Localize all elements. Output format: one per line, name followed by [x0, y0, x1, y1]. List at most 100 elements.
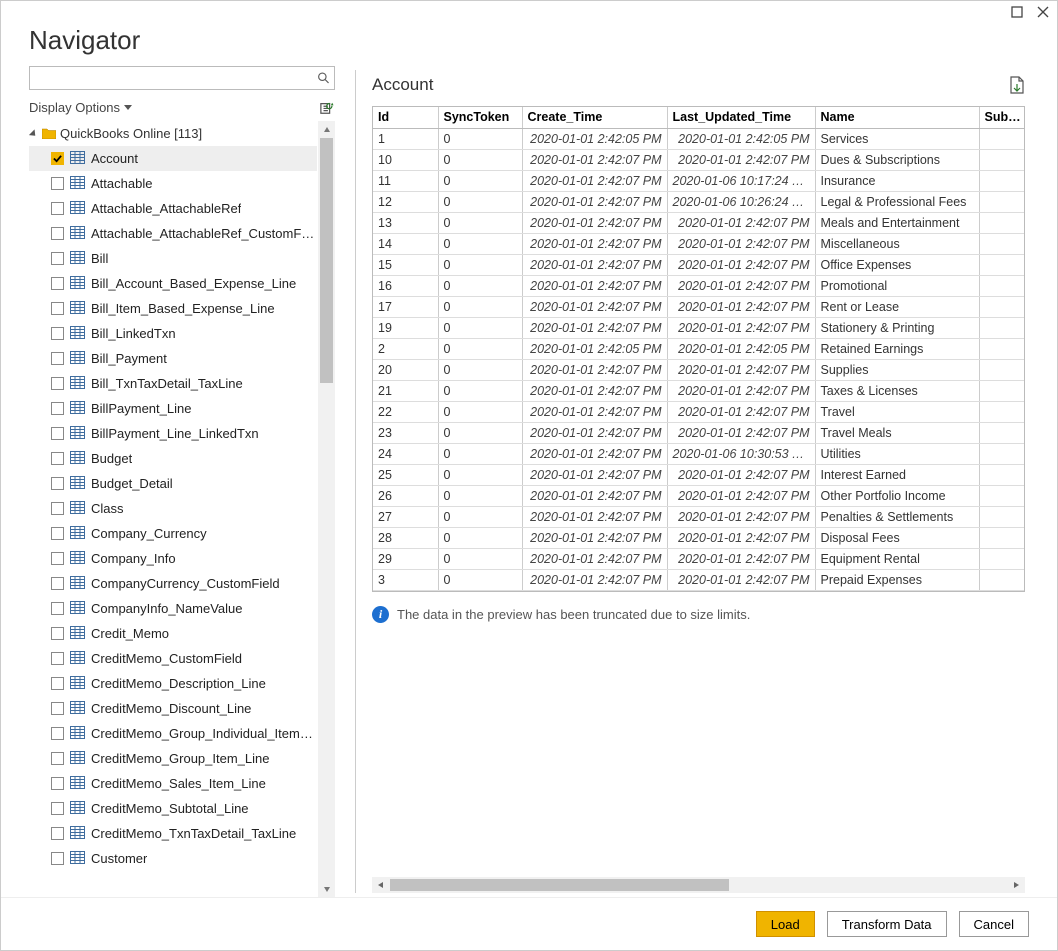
- tree-item[interactable]: CreditMemo_Description_Line: [29, 671, 317, 696]
- checkbox[interactable]: [51, 802, 64, 815]
- table-row[interactable]: 1002020-01-01 2:42:07 PM2020-01-01 2:42:…: [373, 149, 1025, 170]
- checkbox[interactable]: [51, 702, 64, 715]
- search-icon[interactable]: [317, 71, 330, 85]
- tree-item[interactable]: Account: [29, 146, 317, 171]
- column-header[interactable]: Id: [373, 107, 438, 128]
- refresh-icon[interactable]: [319, 101, 335, 115]
- checkbox[interactable]: [51, 577, 64, 590]
- column-header[interactable]: SyncToken: [438, 107, 522, 128]
- tree-item[interactable]: Company_Info: [29, 546, 317, 571]
- table-row[interactable]: 2402020-01-01 2:42:07 PM2020-01-06 10:30…: [373, 443, 1025, 464]
- tree-item[interactable]: Bill_LinkedTxn: [29, 321, 317, 346]
- tree-item[interactable]: CreditMemo_Sales_Item_Line: [29, 771, 317, 796]
- checkbox[interactable]: [51, 527, 64, 540]
- tree-item[interactable]: Attachable: [29, 171, 317, 196]
- scroll-left-icon[interactable]: [372, 877, 390, 893]
- tree[interactable]: QuickBooks Online [113] AccountAttachabl…: [29, 121, 317, 897]
- tree-item[interactable]: Bill_Payment: [29, 346, 317, 371]
- table-row[interactable]: 1202020-01-01 2:42:07 PM2020-01-06 10:26…: [373, 191, 1025, 212]
- tree-folder-root[interactable]: QuickBooks Online [113]: [29, 121, 317, 146]
- checkbox[interactable]: [51, 227, 64, 240]
- checkbox[interactable]: [51, 177, 64, 190]
- tree-item[interactable]: Budget_Detail: [29, 471, 317, 496]
- table-row[interactable]: 2102020-01-01 2:42:07 PM2020-01-01 2:42:…: [373, 380, 1025, 401]
- checkbox[interactable]: [51, 427, 64, 440]
- checkbox[interactable]: [51, 827, 64, 840]
- cancel-button[interactable]: Cancel: [959, 911, 1029, 937]
- tree-item[interactable]: Customer: [29, 846, 317, 871]
- scroll-track[interactable]: [390, 877, 1007, 893]
- tree-item[interactable]: Company_Currency: [29, 521, 317, 546]
- tree-vertical-scrollbar[interactable]: [318, 121, 335, 897]
- table-row[interactable]: 2902020-01-01 2:42:07 PM2020-01-01 2:42:…: [373, 548, 1025, 569]
- column-header[interactable]: Last_Updated_Time: [667, 107, 815, 128]
- checkbox[interactable]: [51, 152, 64, 165]
- checkbox[interactable]: [51, 377, 64, 390]
- tree-item[interactable]: CreditMemo_CustomField: [29, 646, 317, 671]
- tree-item[interactable]: CompanyCurrency_CustomField: [29, 571, 317, 596]
- table-row[interactable]: 2502020-01-01 2:42:07 PM2020-01-01 2:42:…: [373, 464, 1025, 485]
- checkbox[interactable]: [51, 677, 64, 690]
- column-header[interactable]: SubAccount: [979, 107, 1025, 128]
- tree-item[interactable]: Bill_TxnTaxDetail_TaxLine: [29, 371, 317, 396]
- close-icon[interactable]: [1037, 6, 1049, 18]
- table-row[interactable]: 1702020-01-01 2:42:07 PM2020-01-01 2:42:…: [373, 296, 1025, 317]
- tree-item[interactable]: CreditMemo_TxnTaxDetail_TaxLine: [29, 821, 317, 846]
- tree-item[interactable]: Bill: [29, 246, 317, 271]
- preview-horizontal-scrollbar[interactable]: [372, 877, 1025, 893]
- table-row[interactable]: 102020-01-01 2:42:05 PM2020-01-01 2:42:0…: [373, 128, 1025, 149]
- checkbox[interactable]: [51, 252, 64, 265]
- table-row[interactable]: 302020-01-01 2:42:07 PM2020-01-01 2:42:0…: [373, 569, 1025, 590]
- checkbox[interactable]: [51, 327, 64, 340]
- tree-item[interactable]: Attachable_AttachableRef_CustomField: [29, 221, 317, 246]
- table-row[interactable]: 1402020-01-01 2:42:07 PM2020-01-01 2:42:…: [373, 233, 1025, 254]
- table-row[interactable]: 2002020-01-01 2:42:07 PM2020-01-01 2:42:…: [373, 359, 1025, 380]
- table-row[interactable]: 1302020-01-01 2:42:07 PM2020-01-01 2:42:…: [373, 212, 1025, 233]
- table-row[interactable]: 1102020-01-01 2:42:07 PM2020-01-06 10:17…: [373, 170, 1025, 191]
- checkbox[interactable]: [51, 727, 64, 740]
- checkbox[interactable]: [51, 402, 64, 415]
- tree-item[interactable]: BillPayment_Line: [29, 396, 317, 421]
- checkbox[interactable]: [51, 627, 64, 640]
- column-header[interactable]: Create_Time: [522, 107, 667, 128]
- scroll-right-icon[interactable]: [1007, 877, 1025, 893]
- tree-item[interactable]: Attachable_AttachableRef: [29, 196, 317, 221]
- scroll-up-icon[interactable]: [318, 121, 335, 138]
- checkbox[interactable]: [51, 502, 64, 515]
- checkbox[interactable]: [51, 452, 64, 465]
- table-row[interactable]: 2202020-01-01 2:42:07 PM2020-01-01 2:42:…: [373, 401, 1025, 422]
- tree-item[interactable]: CompanyInfo_NameValue: [29, 596, 317, 621]
- tree-item[interactable]: CreditMemo_Group_Individual_Item_Li...: [29, 721, 317, 746]
- tree-item[interactable]: CreditMemo_Discount_Line: [29, 696, 317, 721]
- checkbox[interactable]: [51, 552, 64, 565]
- expand-collapse-icon[interactable]: [29, 129, 38, 138]
- scroll-thumb[interactable]: [320, 138, 333, 383]
- checkbox[interactable]: [51, 352, 64, 365]
- checkbox[interactable]: [51, 777, 64, 790]
- checkbox[interactable]: [51, 652, 64, 665]
- checkbox[interactable]: [51, 477, 64, 490]
- scroll-down-icon[interactable]: [318, 880, 335, 897]
- tree-item[interactable]: Bill_Item_Based_Expense_Line: [29, 296, 317, 321]
- checkbox[interactable]: [51, 852, 64, 865]
- table-row[interactable]: 1502020-01-01 2:42:07 PM2020-01-01 2:42:…: [373, 254, 1025, 275]
- checkbox[interactable]: [51, 277, 64, 290]
- search-input[interactable]: [34, 67, 313, 89]
- tree-item[interactable]: CreditMemo_Subtotal_Line: [29, 796, 317, 821]
- tree-item[interactable]: Credit_Memo: [29, 621, 317, 646]
- scroll-thumb[interactable]: [390, 879, 729, 891]
- checkbox[interactable]: [51, 752, 64, 765]
- checkbox[interactable]: [51, 302, 64, 315]
- table-row[interactable]: 2602020-01-01 2:42:07 PM2020-01-01 2:42:…: [373, 485, 1025, 506]
- checkbox[interactable]: [51, 602, 64, 615]
- tree-item[interactable]: Budget: [29, 446, 317, 471]
- tree-item[interactable]: CreditMemo_Group_Item_Line: [29, 746, 317, 771]
- tree-item[interactable]: Bill_Account_Based_Expense_Line: [29, 271, 317, 296]
- tree-item[interactable]: BillPayment_Line_LinkedTxn: [29, 421, 317, 446]
- pane-divider[interactable]: [355, 70, 356, 893]
- display-options-dropdown[interactable]: Display Options: [29, 100, 132, 115]
- table-row[interactable]: 1602020-01-01 2:42:07 PM2020-01-01 2:42:…: [373, 275, 1025, 296]
- preview-grid[interactable]: IdSyncTokenCreate_TimeLast_Updated_TimeN…: [373, 107, 1025, 591]
- scroll-track[interactable]: [318, 138, 335, 880]
- table-row[interactable]: 202020-01-01 2:42:05 PM2020-01-01 2:42:0…: [373, 338, 1025, 359]
